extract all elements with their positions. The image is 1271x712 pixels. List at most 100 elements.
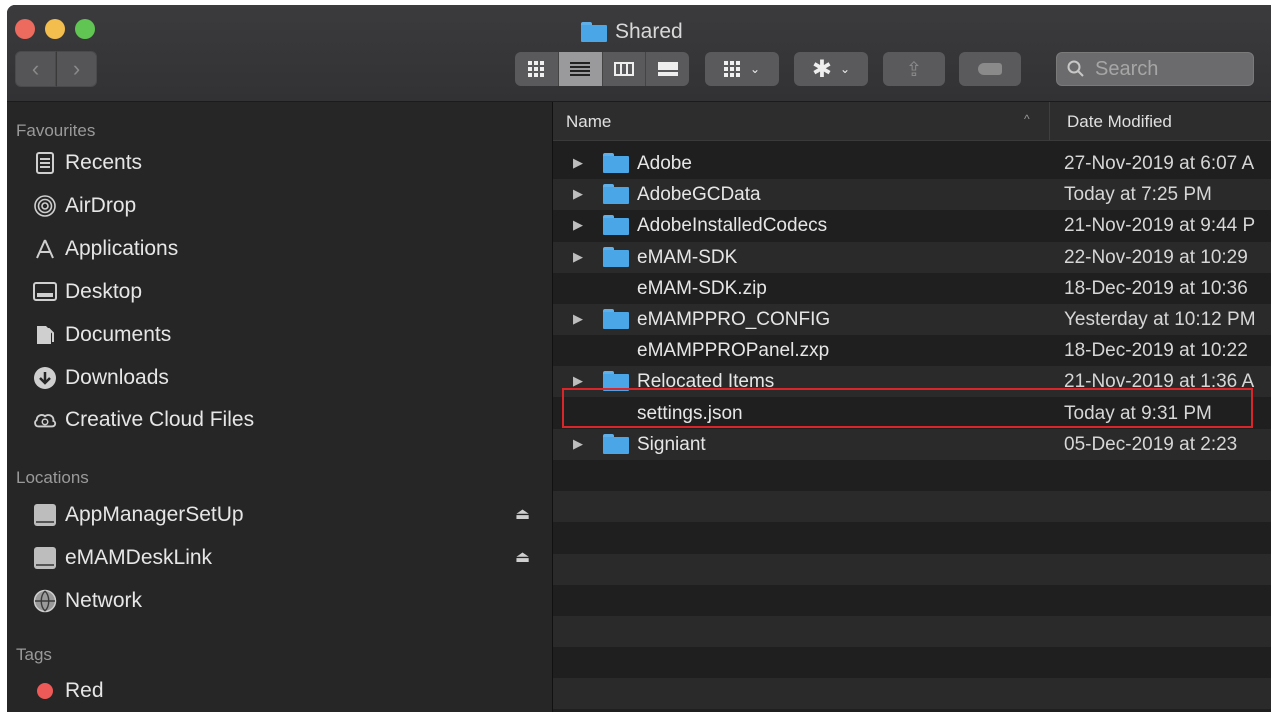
sidebar-item-label: eMAMDeskLink [65, 546, 213, 569]
table-row[interactable]: ▶ Relocated Items 21-Nov-2019 at 1:36 A [553, 366, 1271, 398]
downloads-icon [33, 366, 57, 390]
folder-icon [581, 22, 607, 42]
chevron-down-icon: ⌄ [749, 62, 761, 76]
sidebar-item-label: Creative Cloud Files [65, 408, 255, 431]
file-date-modified: Today at 7:25 PM [1064, 184, 1212, 206]
action-menu-button[interactable]: ✱ ⌄ [794, 52, 868, 86]
sidebar-item-emamdesklink[interactable]: eMAMDeskLink [33, 542, 212, 574]
navigation-buttons: ‹ › [15, 51, 97, 87]
file-name: Adobe [637, 153, 692, 174]
sidebar-item-label: Downloads [65, 366, 169, 389]
maximize-window-button[interactable] [75, 19, 95, 39]
file-name: eMAMPPROPanel.zxp [637, 340, 830, 362]
disclosure-triangle-icon[interactable]: ▶ [573, 436, 583, 452]
file-name: AdobeGCData [637, 184, 761, 206]
table-row[interactable]: ▶ eMAM-SDK 22-Nov-2019 at 10:29 [553, 241, 1271, 273]
sidebar-item-airdrop[interactable]: AirDrop [33, 190, 136, 222]
disclosure-triangle-icon[interactable]: ▶ [573, 311, 583, 327]
file-name: settings.json [637, 402, 743, 424]
empty-row [553, 616, 1271, 647]
sidebar-item-desktop[interactable]: Desktop [33, 276, 142, 308]
window-title-label: Shared [615, 20, 683, 43]
chevron-down-icon: ⌄ [840, 62, 851, 76]
drive-icon [33, 546, 57, 570]
gallery-view-button[interactable] [646, 52, 689, 86]
forward-button[interactable]: › [56, 51, 97, 87]
disclosure-triangle-icon[interactable]: ▶ [573, 186, 583, 202]
column-headers: Name ^ Date Modified [553, 102, 1271, 141]
name-column-header[interactable]: Name [566, 112, 611, 132]
network-icon [33, 589, 57, 613]
table-row[interactable]: eMAM-SDK.zip 18-Dec-2019 at 10:36 [553, 273, 1271, 304]
column-divider[interactable] [1049, 102, 1050, 140]
file-date-modified: 27-Nov-2019 at 6:07 A [1064, 153, 1255, 174]
sort-ascending-icon: ^ [1024, 112, 1030, 126]
sidebar-item-recents[interactable]: Recents [33, 147, 142, 179]
sidebar-item-label: Red [65, 679, 104, 702]
group-grid-icon [723, 61, 740, 77]
empty-row [553, 678, 1271, 710]
sidebar-item-downloads[interactable]: Downloads [33, 362, 169, 394]
gallery-icon [657, 62, 678, 76]
search-input[interactable] [1093, 56, 1247, 82]
folder-icon [603, 215, 629, 241]
tags-button[interactable] [959, 52, 1021, 86]
folder-icon [603, 371, 629, 397]
empty-row [553, 491, 1271, 523]
sidebar-item-label: Documents [65, 323, 172, 346]
tag-icon [978, 63, 1002, 75]
table-row[interactable]: ▶ AdobeInstalledCodecs 21-Nov-2019 at 9:44… [553, 210, 1271, 241]
eject-icon[interactable]: ⏏ [515, 504, 530, 524]
tags-heading: Tags [16, 645, 52, 664]
sidebar-item-label: AirDrop [65, 194, 137, 217]
file-date-modified: Today at 9:31 PM [1064, 402, 1212, 424]
disclosure-triangle-icon[interactable]: ▶ [573, 217, 583, 233]
list-view-button[interactable] [558, 52, 603, 86]
empty-row [553, 522, 1271, 553]
share-icon: ⇪ [905, 58, 923, 81]
empty-row [553, 647, 1271, 678]
sidebar-item-applications[interactable]: Applications [33, 233, 178, 265]
applications-icon [33, 237, 57, 261]
file-name: AdobeInstalledCodecs [637, 215, 828, 237]
disclosure-triangle-icon[interactable]: ▶ [573, 373, 583, 389]
disclosure-triangle-icon[interactable]: ▶ [573, 249, 583, 265]
window-title: Shared [581, 19, 683, 45]
sidebar-item-network[interactable]: Network [33, 585, 142, 617]
columns-icon [613, 62, 634, 76]
sidebar-item-creative-cloud-files[interactable]: Creative Cloud Files [33, 404, 254, 436]
recents-icon [33, 151, 57, 175]
table-row[interactable]: settings.json Today at 9:31 PM [553, 398, 1271, 429]
gear-icon: ✱ [811, 55, 833, 83]
icon-view-button[interactable] [515, 52, 559, 86]
eject-icon[interactable]: ⏏ [515, 547, 530, 567]
column-view-button[interactable] [603, 52, 647, 86]
sidebar-item-tag-red[interactable]: Red [33, 675, 104, 707]
file-date-modified: 21-Nov-2019 at 1:36 A [1064, 371, 1255, 393]
empty-row [553, 553, 1271, 585]
sidebar-item-documents[interactable]: Documents [33, 319, 171, 351]
creative-cloud-icon [33, 408, 57, 432]
drive-icon [33, 503, 57, 527]
file-list: Name ^ Date Modified ▶ Adobe 27-Nov-2019 a… [553, 102, 1271, 712]
airdrop-icon [33, 194, 57, 218]
search-field[interactable] [1056, 52, 1254, 86]
finder-window: Shared ‹ › ⌄ ✱ ⌄ ⇪ Search Favourites Rec… [7, 5, 1271, 712]
table-row[interactable]: ▶ eMAMPPRO_CONFIG Yesterday at 10:12 PM [553, 304, 1271, 335]
file-date-modified: 18-Dec-2019 at 10:36 [1064, 277, 1248, 299]
folder-icon [603, 184, 629, 210]
back-button[interactable]: ‹ [15, 51, 56, 87]
file-date-modified: 18-Dec-2019 at 10:22 [1064, 340, 1248, 362]
minimize-window-button[interactable] [45, 19, 65, 39]
sidebar-item-appmanagersetup[interactable]: AppManagerSetUp [33, 499, 244, 531]
table-row[interactable]: eMAMPPROPanel.zxp 18-Dec-2019 at 10:22 [553, 335, 1271, 366]
search-icon [1067, 60, 1084, 77]
table-row[interactable]: ▶ Signiant 05-Dec-2019 at 2:23 [553, 428, 1271, 460]
table-row[interactable]: ▶ Adobe 27-Nov-2019 at 6:07 A [553, 148, 1271, 179]
table-row[interactable]: ▶ AdobeGCData Today at 7:25 PM [553, 179, 1271, 211]
close-window-button[interactable] [15, 19, 35, 39]
disclosure-triangle-icon[interactable]: ▶ [573, 155, 583, 171]
date-modified-column-header[interactable]: Date Modified [1067, 112, 1172, 132]
share-button[interactable]: ⇪ [883, 52, 945, 86]
group-by-button[interactable]: ⌄ [705, 52, 779, 86]
